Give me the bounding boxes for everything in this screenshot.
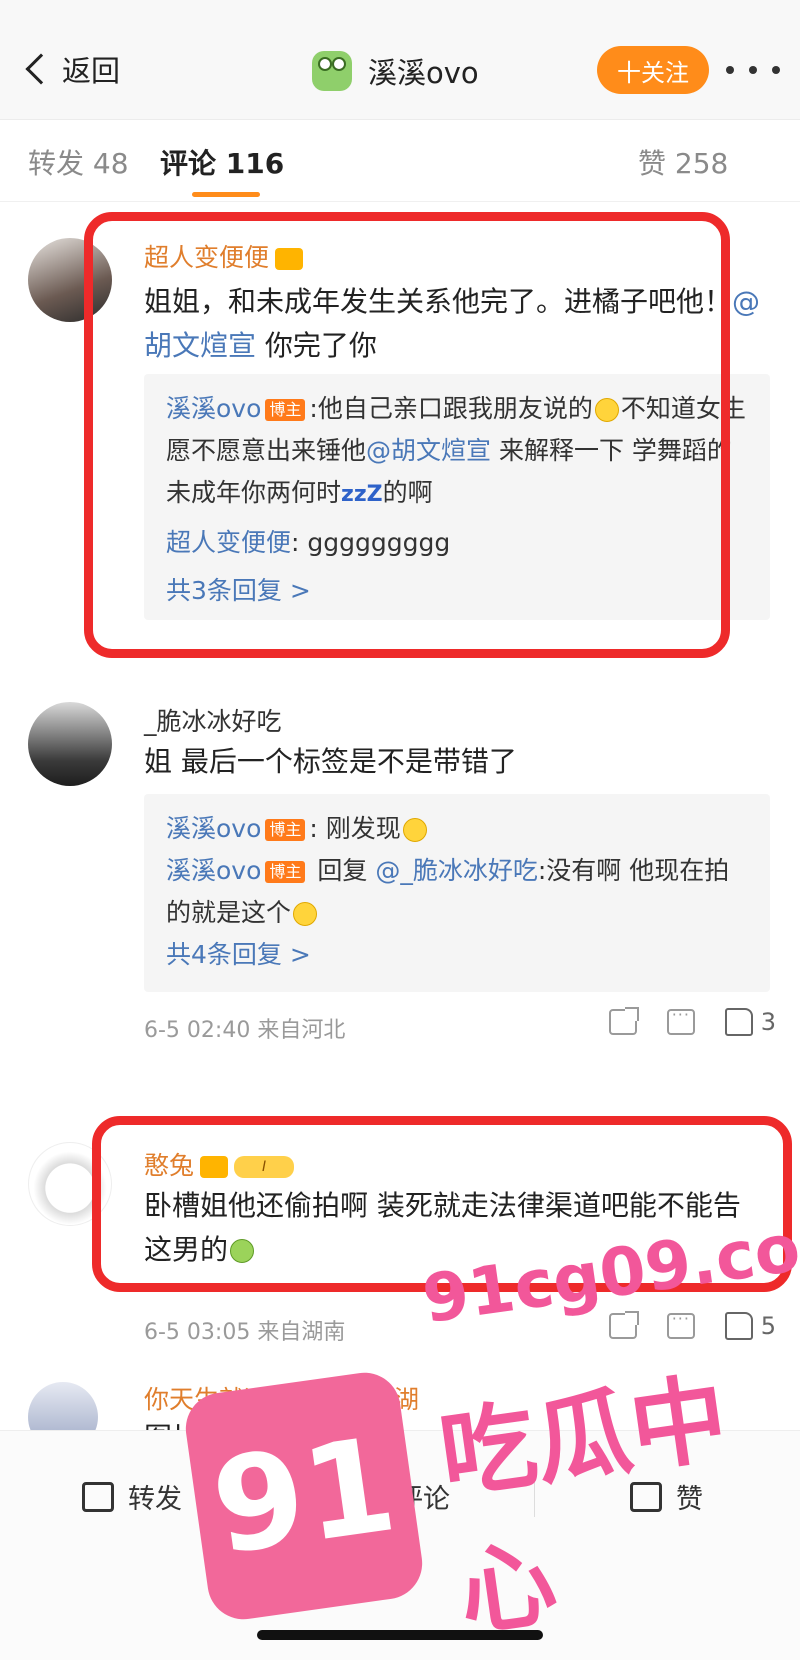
top-nav-bar: 返回 溪溪ovo 十关注 bbox=[0, 0, 800, 120]
reply-username[interactable]: 溪溪ovo bbox=[166, 856, 261, 885]
watermark-badge: 91 bbox=[181, 1368, 427, 1624]
back-label: 返回 bbox=[62, 54, 121, 88]
tab-reposts[interactable]: 转发 48 bbox=[28, 142, 129, 182]
smile-emoji-icon bbox=[293, 902, 318, 926]
like-button[interactable]: 3 bbox=[724, 1008, 776, 1036]
reply-item: 溪溪ovo 博主 回复 @_脆冰冰好吃:没有啊 他现在拍的就是这个 bbox=[166, 856, 730, 927]
frog-avatar-icon bbox=[312, 51, 352, 91]
reply-username[interactable]: 溪溪ovo bbox=[166, 814, 261, 843]
reply-item: 溪溪ovo 博主: 刚发现 bbox=[166, 808, 748, 850]
more-options-icon[interactable] bbox=[726, 58, 780, 82]
sleepy-emoji-icon bbox=[402, 818, 427, 842]
like-count: 3 bbox=[760, 1008, 776, 1036]
comment-meta: 6-5 02:40 来自河北 bbox=[144, 1018, 346, 1043]
page-title-text: 溪溪ovo bbox=[368, 56, 479, 90]
comment-icon[interactable] bbox=[666, 1309, 695, 1339]
annotation-box bbox=[84, 212, 730, 658]
comment-actions: 3 bbox=[608, 1005, 776, 1036]
comment-item: _脆冰冰好吃 姐 最后一个标签是不是带错了 溪溪ovo 博主: 刚发现 溪溪ovo… bbox=[0, 680, 800, 1060]
repost-button[interactable]: 转发 bbox=[82, 1477, 182, 1516]
comment-icon[interactable] bbox=[666, 1005, 695, 1035]
mention-link[interactable]: @_脆冰冰好吃 bbox=[375, 856, 538, 885]
chevron-left-icon bbox=[25, 53, 57, 85]
more-replies-link[interactable]: 共4条回复 > bbox=[166, 934, 748, 976]
comment-username[interactable]: _脆冰冰好吃 bbox=[144, 702, 282, 738]
tab-bar: 转发 48 评论 116 赞 258 bbox=[0, 120, 800, 202]
blogger-tag: 博主 bbox=[265, 819, 306, 841]
tab-likes[interactable]: 赞 258 bbox=[638, 142, 728, 182]
active-tab-indicator bbox=[192, 192, 260, 197]
share-icon[interactable] bbox=[608, 1311, 639, 1339]
back-button[interactable]: 返回 bbox=[22, 44, 120, 94]
avatar[interactable] bbox=[28, 702, 112, 786]
comment-meta: 6-5 03:05 来自湖南 bbox=[144, 1320, 346, 1345]
reply-box[interactable]: 溪溪ovo 博主: 刚发现 溪溪ovo 博主 回复 @_脆冰冰好吃:没有啊 他现在拍… bbox=[144, 794, 770, 992]
page-title: 溪溪ovo bbox=[312, 46, 479, 96]
watermark-text: 吃瓜中心 bbox=[433, 1361, 734, 1651]
repost-icon bbox=[82, 1481, 114, 1512]
share-icon[interactable] bbox=[608, 1007, 639, 1035]
follow-button[interactable]: 十关注 bbox=[597, 46, 709, 94]
thumbs-up-icon bbox=[724, 1008, 753, 1036]
tab-comments[interactable]: 评论 116 bbox=[160, 142, 284, 182]
blogger-tag: 博主 bbox=[265, 861, 306, 883]
comment-text: 姐 最后一个标签是不是带错了 bbox=[144, 745, 517, 778]
